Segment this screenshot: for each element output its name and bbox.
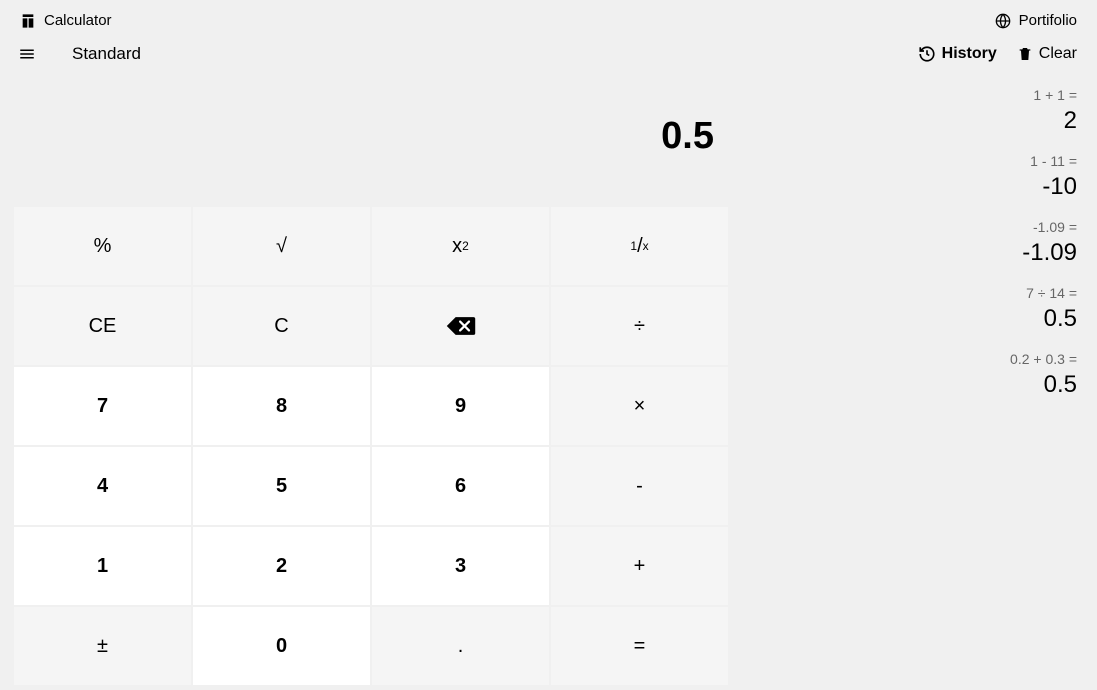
display: 0.5 [14, 77, 728, 207]
history-expression: 1 + 1 = [728, 87, 1077, 103]
key-percent[interactable]: % [14, 207, 191, 285]
key-3[interactable]: 3 [372, 527, 549, 605]
history-expression: 0.2 + 0.3 = [728, 351, 1077, 367]
globe-icon [995, 13, 1011, 29]
clear-history-button[interactable]: Clear [1017, 45, 1077, 63]
portfolio-label: Portifolio [1019, 12, 1077, 29]
history-result: 0.5 [728, 305, 1077, 333]
key-9[interactable]: 9 [372, 367, 549, 445]
clear-label: Clear [1039, 45, 1077, 63]
key-6[interactable]: 6 [372, 447, 549, 525]
history-expression: -1.09 = [728, 219, 1077, 235]
key-equals[interactable]: = [551, 607, 728, 685]
key-1[interactable]: 1 [14, 527, 191, 605]
history-result: 2 [728, 107, 1077, 135]
key-0[interactable]: 0 [193, 607, 370, 685]
history-item[interactable]: 1 + 1 = 2 [728, 87, 1077, 135]
key-decimal[interactable]: . [372, 607, 549, 685]
history-result: -1.09 [728, 239, 1077, 267]
history-panel: 1 + 1 = 2 1 - 11 = -10 -1.09 = -1.09 7 ÷… [728, 77, 1097, 417]
keypad: % √ x2 1/x CE C ÷ 7 8 9 × 4 5 6 - 1 2 3 … [14, 207, 728, 685]
key-sqrt[interactable]: √ [193, 207, 370, 285]
history-item[interactable]: 7 ÷ 14 = 0.5 [728, 285, 1077, 333]
history-item[interactable]: 0.2 + 0.3 = 0.5 [728, 351, 1077, 399]
history-label: History [942, 45, 997, 63]
key-multiply[interactable]: × [551, 367, 728, 445]
key-plus[interactable]: + [551, 527, 728, 605]
history-item[interactable]: 1 - 11 = -10 [728, 153, 1077, 201]
key-ce[interactable]: CE [14, 287, 191, 365]
history-icon [918, 45, 936, 63]
trash-icon [1017, 46, 1033, 62]
key-c[interactable]: C [193, 287, 370, 365]
key-minus[interactable]: - [551, 447, 728, 525]
app-title-link[interactable]: Calculator [20, 12, 112, 29]
key-2[interactable]: 2 [193, 527, 370, 605]
menu-button[interactable] [14, 41, 40, 67]
key-4[interactable]: 4 [14, 447, 191, 525]
history-toggle[interactable]: History [918, 45, 997, 63]
key-5[interactable]: 5 [193, 447, 370, 525]
key-negate[interactable]: ± [14, 607, 191, 685]
app-title: Calculator [44, 12, 112, 29]
portfolio-link[interactable]: Portifolio [995, 12, 1077, 29]
mode-label: Standard [72, 44, 141, 64]
key-8[interactable]: 8 [193, 367, 370, 445]
history-result: -10 [728, 173, 1077, 201]
backspace-icon [445, 315, 477, 337]
hamburger-icon [18, 45, 36, 63]
key-7[interactable]: 7 [14, 367, 191, 445]
history-expression: 1 - 11 = [728, 153, 1077, 169]
key-divide[interactable]: ÷ [551, 287, 728, 365]
key-square[interactable]: x2 [372, 207, 549, 285]
key-backspace[interactable] [372, 287, 549, 365]
key-reciprocal[interactable]: 1/x [551, 207, 728, 285]
history-item[interactable]: -1.09 = -1.09 [728, 219, 1077, 267]
calculator-icon [20, 13, 36, 29]
history-result: 0.5 [728, 371, 1077, 399]
history-expression: 7 ÷ 14 = [728, 285, 1077, 301]
